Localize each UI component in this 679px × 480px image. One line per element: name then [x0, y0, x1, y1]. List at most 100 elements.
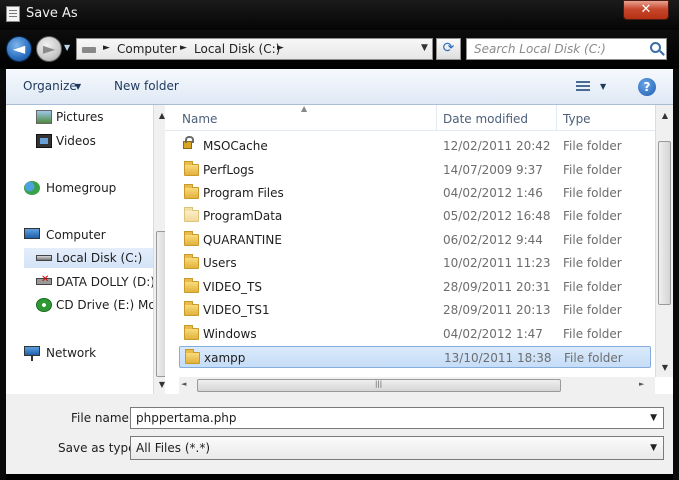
- navigation-pane: Pictures Videos Homegroup Computer Local…: [6, 105, 169, 394]
- folder-icon: [184, 301, 199, 316]
- scroll-down-arrow[interactable]: ▼: [656, 363, 674, 372]
- file-list-vertical-scrollbar[interactable]: ▲ ▼: [655, 105, 673, 377]
- file-row-users[interactable]: Users 10/02/2011 11:23 File folder: [179, 252, 651, 274]
- command-bar: Organize ▼ New folder ▼ ?: [6, 69, 673, 105]
- close-button[interactable]: ✕: [623, 0, 669, 20]
- file-row-windows[interactable]: Windows 04/02/2012 1:47 File folder: [179, 323, 651, 345]
- file-row-programdata[interactable]: ProgramData 05/02/2012 16:48 File folder: [179, 205, 651, 227]
- organize-button[interactable]: Organize: [23, 79, 77, 93]
- file-name: VIDEO_TS: [203, 280, 262, 294]
- computer-icon: [24, 228, 40, 239]
- nav-item-local-disk[interactable]: Local Disk (C:): [24, 248, 154, 268]
- file-name: PerfLogs: [203, 163, 255, 177]
- network-icon: [24, 346, 40, 361]
- view-options-dropdown[interactable]: ▼: [600, 82, 606, 91]
- filename-combobox[interactable]: phppertama.php ▼: [130, 407, 664, 429]
- drive-icon: [82, 47, 96, 53]
- column-type[interactable]: Type: [563, 112, 591, 126]
- file-type: File folder: [564, 351, 623, 365]
- savetype-label: Save as type:: [58, 441, 140, 455]
- file-type: File folder: [563, 139, 622, 153]
- nav-item-pictures[interactable]: Pictures: [24, 107, 154, 127]
- folder-icon: [184, 278, 199, 293]
- back-button[interactable]: ◄: [6, 36, 32, 62]
- file-row-video-ts1[interactable]: VIDEO_TS1 28/09/2011 20:13 File folder: [179, 299, 651, 321]
- file-row-perflogs[interactable]: PerfLogs 14/07/2009 9:37 File folder: [179, 159, 651, 181]
- search-icon[interactable]: [650, 42, 661, 53]
- chevron-down-icon[interactable]: ▼: [650, 413, 657, 423]
- chevron-right-icon[interactable]: ►: [277, 43, 284, 53]
- recent-locations-dropdown[interactable]: ▼: [64, 43, 70, 52]
- file-list-horizontal-scrollbar[interactable]: ◄ ||| ►: [179, 377, 655, 394]
- file-type: File folder: [563, 209, 622, 223]
- file-type: File folder: [563, 186, 622, 200]
- help-icon[interactable]: ?: [638, 78, 656, 96]
- chevron-right-icon[interactable]: ►: [103, 43, 110, 53]
- nav-item-cd-drive[interactable]: CD Drive (E:) Mob: [24, 295, 154, 315]
- file-date: 28/09/2011 20:13: [443, 303, 551, 317]
- disconnected-drive-icon: [36, 274, 52, 285]
- chevron-down-icon[interactable]: ▼: [75, 82, 81, 91]
- column-header-row: ▲ Name Date modified Type: [165, 104, 655, 131]
- forward-button[interactable]: ►: [36, 36, 62, 62]
- file-row-quarantine[interactable]: QUARANTINE 06/02/2012 9:44 File folder: [179, 229, 651, 251]
- file-row-xampp[interactable]: xampp 13/10/2011 18:38 File folder: [179, 346, 651, 368]
- breadcrumb-local-disk[interactable]: Local Disk (C:): [194, 42, 280, 56]
- scroll-right-arrow[interactable]: ►: [639, 380, 644, 388]
- new-folder-button[interactable]: New folder: [114, 79, 179, 93]
- nav-item-videos[interactable]: Videos: [24, 131, 154, 151]
- hidden-folder-icon: [184, 207, 199, 222]
- nav-item-label: CD Drive (E:) Mob: [56, 298, 154, 312]
- chevron-down-icon[interactable]: ▼: [650, 443, 657, 453]
- filename-input[interactable]: phppertama.php: [136, 411, 237, 425]
- scrollbar-thumb[interactable]: [658, 141, 671, 305]
- file-date: 12/02/2011 20:42: [443, 139, 551, 153]
- window-title: Save As: [26, 6, 78, 21]
- nav-item-label: Local Disk (C:): [56, 251, 143, 265]
- nav-item-label: Homegroup: [46, 181, 117, 195]
- file-date: 04/02/2012 1:47: [443, 327, 543, 341]
- chevron-right-icon[interactable]: ►: [180, 43, 187, 53]
- file-date: 06/02/2012 9:44: [443, 233, 543, 247]
- file-type: File folder: [563, 233, 622, 247]
- filename-label: File name:: [71, 411, 133, 425]
- file-list: ▲ Name Date modified Type MSOCache 12/02…: [165, 104, 673, 394]
- savetype-value: All Files (*.*): [136, 441, 211, 455]
- file-name: QUARANTINE: [203, 233, 282, 247]
- nav-item-computer[interactable]: Computer: [12, 225, 154, 245]
- column-name[interactable]: Name: [182, 112, 217, 126]
- file-type: File folder: [563, 256, 622, 270]
- nav-item-label: Network: [46, 346, 97, 360]
- file-date: 13/10/2011 18:38: [444, 351, 552, 365]
- savetype-select[interactable]: All Files (*.*) ▼: [130, 436, 664, 460]
- address-bar[interactable]: ► Computer ► Local Disk (C:) ► ▼: [76, 38, 433, 60]
- disk-icon: [36, 255, 52, 261]
- title-bar: Save As ✕: [0, 0, 679, 30]
- nav-item-network[interactable]: Network: [12, 343, 154, 363]
- window-frame-right: [673, 69, 679, 480]
- folder-icon: [184, 254, 199, 269]
- file-name: ProgramData: [203, 209, 283, 223]
- nav-item-data-dolly[interactable]: DATA DOLLY (D:): [24, 272, 154, 292]
- column-divider[interactable]: [436, 105, 437, 131]
- address-dropdown-arrow[interactable]: ▼: [421, 43, 428, 53]
- refresh-button[interactable]: ⟳: [436, 38, 461, 60]
- nav-item-label: Computer: [46, 228, 106, 242]
- file-row-program-files[interactable]: Program Files 04/02/2012 1:46 File folde…: [179, 182, 651, 204]
- column-divider[interactable]: [556, 105, 557, 131]
- scroll-left-arrow[interactable]: ◄: [181, 380, 186, 388]
- nav-item-homegroup[interactable]: Homegroup: [12, 178, 154, 198]
- file-name: xampp: [204, 351, 246, 365]
- file-name: MSOCache: [203, 139, 268, 153]
- column-date-modified[interactable]: Date modified: [443, 112, 528, 126]
- cd-drive-icon: [36, 298, 52, 312]
- scroll-up-arrow[interactable]: ▲: [656, 111, 674, 120]
- folder-icon: [185, 349, 200, 364]
- file-row-msocache[interactable]: MSOCache 12/02/2011 20:42 File folder: [179, 135, 651, 157]
- file-type: File folder: [563, 327, 622, 341]
- breadcrumb-computer[interactable]: Computer: [117, 42, 177, 56]
- change-view-icon[interactable]: [576, 81, 590, 93]
- search-input[interactable]: Search Local Disk (C:): [466, 38, 667, 60]
- file-type: File folder: [563, 163, 622, 177]
- file-row-video-ts[interactable]: VIDEO_TS 28/09/2011 20:31 File folder: [179, 276, 651, 298]
